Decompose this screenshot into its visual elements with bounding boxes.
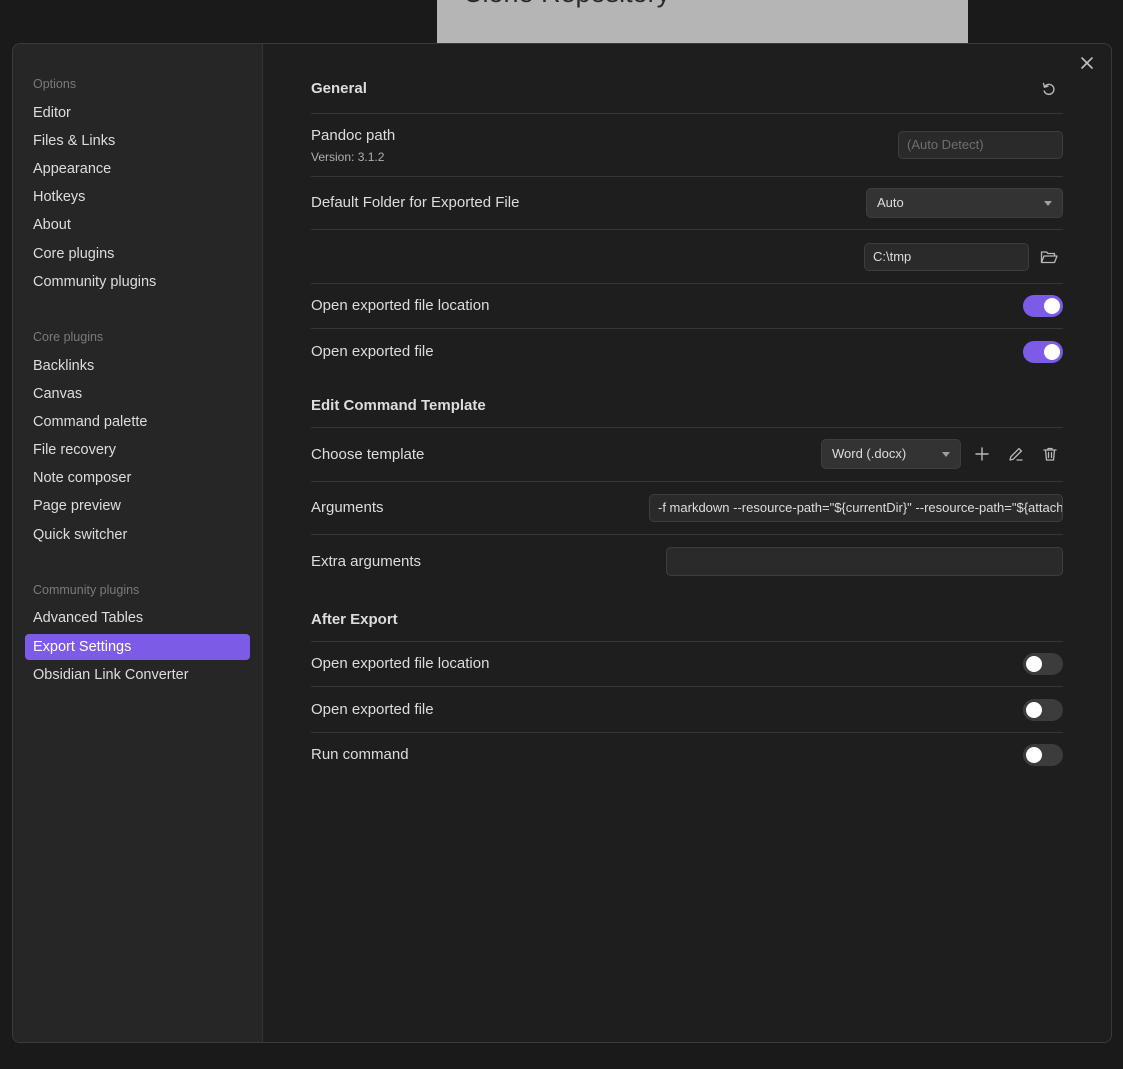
close-icon — [1081, 57, 1093, 69]
divider — [311, 176, 1063, 177]
edit-template-button[interactable] — [1005, 443, 1027, 465]
trash-icon — [1043, 447, 1057, 461]
sidebar-item-files-links[interactable]: Files & Links — [25, 128, 250, 154]
extra-arguments-label: Extra arguments — [311, 553, 422, 570]
toggle-knob — [1026, 747, 1042, 763]
pandoc-path-input[interactable]: (Auto Detect) — [898, 131, 1063, 159]
run-command-toggle[interactable] — [1023, 744, 1063, 766]
pandoc-path-label: Pandoc path — [311, 127, 396, 144]
browse-folder-button[interactable] — [1038, 246, 1060, 268]
chevron-down-icon — [1044, 201, 1052, 206]
open-location-label: Open exported file location — [311, 297, 490, 314]
after-open-file-toggle[interactable] — [1023, 699, 1063, 721]
choose-template-label: Choose template — [311, 446, 425, 463]
arguments-label: Arguments — [311, 499, 384, 516]
background-window-title: Clone Repository — [463, 0, 670, 9]
divider — [311, 481, 1063, 482]
open-location-toggle[interactable] — [1023, 295, 1063, 317]
after-open-location-toggle[interactable] — [1023, 653, 1063, 675]
default-folder-selected-value: Auto — [877, 195, 904, 210]
divider — [311, 427, 1063, 428]
default-folder-select[interactable]: Auto — [866, 188, 1063, 218]
sidebar-group-title-core-plugins: Core plugins — [33, 330, 104, 344]
divider — [311, 641, 1063, 642]
folder-path-input[interactable]: C:\tmp — [864, 243, 1029, 271]
divider — [311, 328, 1063, 329]
sidebar-item-appearance[interactable]: Appearance — [25, 156, 250, 182]
reset-icon — [1042, 82, 1055, 95]
sidebar-item-file-recovery[interactable]: File recovery — [25, 437, 250, 463]
sidebar-item-obsidian-link-converter[interactable]: Obsidian Link Converter — [25, 662, 250, 688]
divider — [311, 283, 1063, 284]
sidebar-item-editor[interactable]: Editor — [25, 100, 250, 126]
sidebar-item-backlinks[interactable]: Backlinks — [25, 353, 250, 379]
plus-icon — [975, 447, 989, 461]
chevron-down-icon — [942, 452, 950, 457]
sidebar-group-title-community-plugins: Community plugins — [33, 583, 140, 597]
settings-content: General Pandoc path Version: 3.1.2 (Auto… — [311, 44, 1063, 1042]
sidebar-item-canvas[interactable]: Canvas — [25, 381, 250, 407]
sidebar-item-export-settings[interactable]: Export Settings — [25, 634, 250, 660]
sidebar-item-quick-switcher[interactable]: Quick switcher — [25, 522, 250, 548]
sidebar-item-note-composer[interactable]: Note composer — [25, 465, 250, 491]
sidebar-group-title-options: Options — [33, 77, 77, 91]
arguments-input[interactable]: -f markdown --resource-path="${currentDi… — [649, 494, 1063, 522]
run-command-label: Run command — [311, 746, 409, 763]
divider — [311, 732, 1063, 733]
close-button[interactable] — [1076, 52, 1098, 74]
divider — [311, 229, 1063, 230]
extra-arguments-input[interactable] — [666, 547, 1063, 576]
add-template-button[interactable] — [971, 443, 993, 465]
toggle-knob — [1026, 702, 1042, 718]
delete-template-button[interactable] — [1039, 443, 1061, 465]
folder-open-icon — [1040, 251, 1058, 264]
reset-button[interactable] — [1038, 78, 1060, 100]
section-heading-after-export: After Export — [311, 611, 398, 628]
settings-sidebar: Options Editor Files & Links Appearance … — [13, 44, 263, 1042]
after-open-location-label: Open exported file location — [311, 655, 490, 672]
divider — [311, 686, 1063, 687]
settings-modal: Options Editor Files & Links Appearance … — [12, 43, 1112, 1043]
sidebar-item-about[interactable]: About — [25, 212, 250, 238]
after-open-file-label: Open exported file — [311, 701, 434, 718]
toggle-knob — [1044, 344, 1060, 360]
template-select[interactable]: Word (.docx) — [821, 439, 961, 469]
template-selected-value: Word (.docx) — [832, 446, 907, 461]
sidebar-item-core-plugins[interactable]: Core plugins — [25, 241, 250, 267]
default-folder-label: Default Folder for Exported File — [311, 194, 520, 211]
pencil-icon — [1009, 447, 1023, 461]
sidebar-item-command-palette[interactable]: Command palette — [25, 409, 250, 435]
sidebar-item-hotkeys[interactable]: Hotkeys — [25, 184, 250, 210]
divider — [311, 534, 1063, 535]
divider — [311, 113, 1063, 114]
sidebar-item-page-preview[interactable]: Page preview — [25, 493, 250, 519]
toggle-knob — [1044, 298, 1060, 314]
sidebar-item-community-plugins[interactable]: Community plugins — [25, 269, 250, 295]
section-heading-edit-command-template: Edit Command Template — [311, 397, 486, 414]
sidebar-item-advanced-tables[interactable]: Advanced Tables — [25, 605, 250, 631]
open-file-toggle[interactable] — [1023, 341, 1063, 363]
section-heading-general: General — [311, 80, 367, 97]
pandoc-version-text: Version: 3.1.2 — [311, 150, 385, 164]
toggle-knob — [1026, 656, 1042, 672]
open-file-label: Open exported file — [311, 343, 434, 360]
